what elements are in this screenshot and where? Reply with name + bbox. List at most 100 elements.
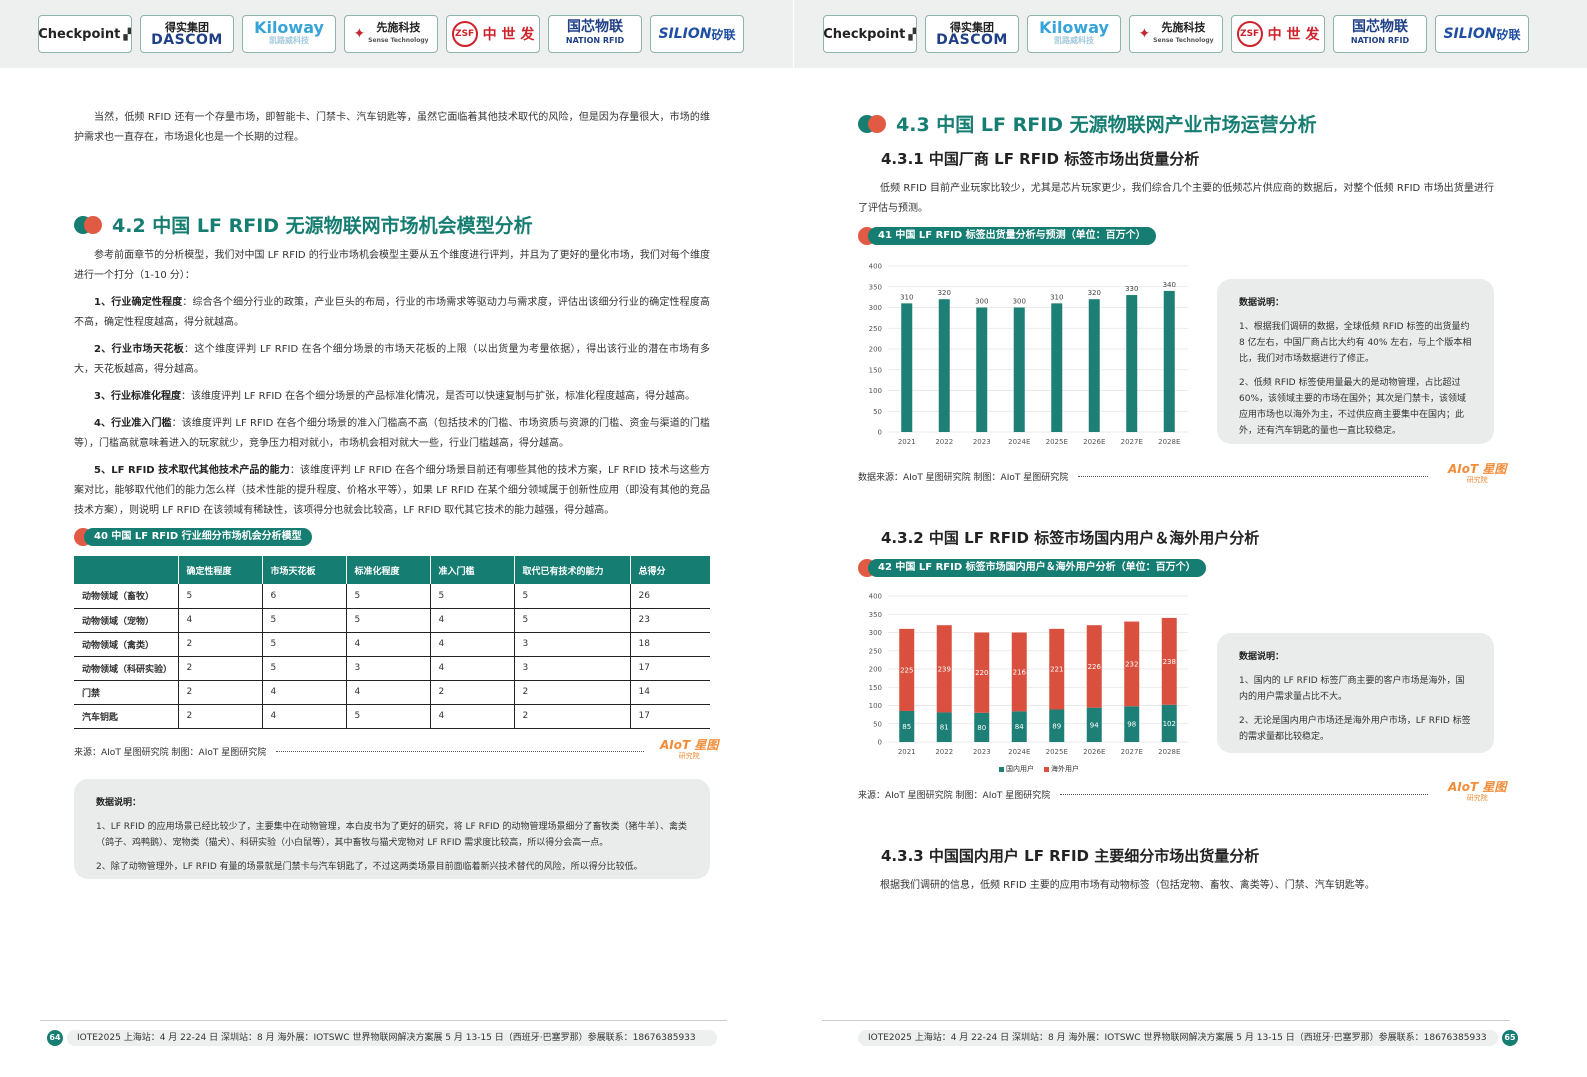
data-label: 238 bbox=[1163, 658, 1176, 666]
table-cell: 17 bbox=[630, 704, 710, 729]
data-label: 340 bbox=[1163, 281, 1176, 289]
table-cell: 4 bbox=[262, 704, 347, 729]
y-tick-label: 100 bbox=[869, 702, 882, 710]
table-cell: 5 bbox=[262, 656, 347, 681]
table-header-cell bbox=[74, 556, 179, 584]
figure-40-label: 40 中国 LF RFID 行业细分市场机会分析模型 bbox=[74, 528, 312, 546]
data-label: 239 bbox=[938, 665, 951, 673]
bar bbox=[1088, 299, 1100, 432]
bar bbox=[1013, 307, 1025, 432]
data-label: 89 bbox=[1052, 722, 1061, 730]
footer-text: IOTE2025 上海站：4 月 22-24 日 深圳站：8 月 海外展：IOT… bbox=[67, 1030, 717, 1046]
data-label: 310 bbox=[900, 293, 913, 301]
y-tick-label: 350 bbox=[869, 611, 882, 619]
x-tick-label: 2024E bbox=[1008, 438, 1030, 446]
chart42-legend: 国内用户 海外用户 bbox=[999, 764, 1079, 774]
figure-41-label: 41 中国 LF RFID 标签出货量分析与预测（单位：百万个） bbox=[858, 227, 1156, 245]
table-cell: 2 bbox=[178, 680, 263, 705]
logo-kiloway: Kiloway 凯路威科技 bbox=[1027, 15, 1121, 53]
data-label: 232 bbox=[1125, 660, 1138, 668]
figure-42-label: 42 中国 LF RFID 标签市场国内用户＆海外用户分析（单位：百万个） bbox=[858, 559, 1206, 577]
subheading-4-3-2: 4.3.2 中国 LF RFID 标签市场国内用户＆海外用户分析 bbox=[881, 529, 1260, 547]
aiot-logo: AIoT 星图 研究院 bbox=[1448, 780, 1507, 802]
table-header-cell: 确定性程度 bbox=[178, 556, 263, 584]
y-tick-label: 250 bbox=[869, 325, 882, 333]
table-cell: 5 bbox=[346, 704, 431, 729]
bar bbox=[1051, 303, 1063, 432]
logo-nation-rfid: 国芯物联 NATION RFID bbox=[1333, 15, 1427, 53]
table-header-cell: 标准化程度 bbox=[346, 556, 431, 584]
x-tick-label: 2023 bbox=[973, 438, 991, 446]
x-tick-label: 2022 bbox=[935, 748, 953, 756]
aiot-logo: AIoT 星图 研究院 bbox=[1448, 462, 1507, 484]
table-row: 动物领域（科研实验） 2 5 3 4 3 17 bbox=[74, 656, 710, 681]
table-cell: 2 bbox=[514, 704, 631, 729]
y-tick-label: 200 bbox=[869, 666, 882, 674]
heading-dots-icon bbox=[74, 214, 106, 236]
table-cell: 4 bbox=[430, 632, 515, 657]
footer-rule bbox=[40, 1020, 727, 1021]
table-row-label: 动物领域（禽类） bbox=[74, 632, 179, 657]
table-row-label: 汽车钥匙 bbox=[74, 704, 179, 729]
dimension-1: 1、行业确定性程度：综合各个细分行业的政策，产业巨头的布局，行业的市场需求等驱动… bbox=[74, 297, 710, 328]
y-tick-label: 350 bbox=[869, 283, 882, 291]
table-cell: 5 bbox=[430, 584, 515, 609]
model-intro-paragraph: 参考前面章节的分析模型，我们对中国 LF RFID 的行业市场机会模型主要从五个… bbox=[74, 250, 710, 281]
subheading-4-3-3: 4.3.3 中国国内用户 LF RFID 主要细分市场出货量分析 bbox=[881, 847, 1260, 865]
x-tick-label: 2024E bbox=[1008, 748, 1030, 756]
y-tick-label: 0 bbox=[878, 739, 882, 747]
table-header-cell: 准入门槛 bbox=[430, 556, 515, 584]
shipment-bar-chart: 0 50 100 150 200 250 300 350 400 310 2021 320 2022 30… bbox=[858, 258, 1198, 450]
x-tick-label: 2022 bbox=[935, 438, 953, 446]
table-cell: 5 bbox=[514, 584, 631, 609]
table-row: 动物领域（畜牧） 5 6 5 5 5 26 bbox=[74, 584, 710, 609]
logo-kiloway: Kiloway 凯路威科技 bbox=[242, 15, 336, 53]
chart41-source: 数据来源：AIoT 星图研究院 制图：AIoT 星图研究院 bbox=[858, 470, 1438, 483]
table-cell: 4 bbox=[178, 608, 263, 633]
table-cell: 14 bbox=[630, 680, 710, 705]
data-label: 98 bbox=[1127, 721, 1136, 729]
data-label: 85 bbox=[902, 723, 911, 731]
data-label: 320 bbox=[938, 289, 951, 297]
opportunity-model-table: 确定性程度 市场天花板 标准化程度 准入门槛 取代已有技术的能力 总得分 动物领… bbox=[74, 556, 710, 729]
page-number: 65 bbox=[1502, 1030, 1518, 1046]
data-label: 320 bbox=[1088, 289, 1101, 297]
table-header-cell: 总得分 bbox=[630, 556, 710, 584]
table-source: 来源：AIoT 星图研究院 制图：AIoT 星图研究院 bbox=[74, 745, 654, 758]
data-label: 81 bbox=[940, 724, 949, 732]
heading-dots-icon bbox=[858, 113, 890, 135]
data-label: 300 bbox=[1013, 298, 1026, 306]
dimension-2: 2、行业市场天花板：这个维度评判 LF RFID 在各个细分场景的市场天花板的上… bbox=[74, 344, 710, 375]
intro-paragraph: 当然，低频 RFID 还有一个存量市场，即智能卡、门禁卡、汽车钥匙等，虽然它面临… bbox=[74, 112, 710, 143]
table-cell: 26 bbox=[630, 584, 710, 609]
section-heading-4-3: 4.3 中国 LF RFID 无源物联网产业市场运营分析 bbox=[858, 110, 1317, 137]
data-label: 310 bbox=[1050, 293, 1063, 301]
chart42-data-note: 数据说明： 1、国内的 LF RFID 标签厂商主要的客户市场是海外，国内的用户… bbox=[1217, 633, 1494, 753]
table-cell: 2 bbox=[430, 680, 515, 705]
x-tick-label: 2026E bbox=[1083, 748, 1105, 756]
table-cell: 4 bbox=[430, 608, 515, 633]
page-left: Checkpoint ▞ 得实集团 DASCOM Kiloway 凯路威科技 ✦ 先施科… bbox=[0, 0, 793, 1077]
table-cell: 2 bbox=[178, 632, 263, 657]
table-row-label: 动物领域（畜牧） bbox=[74, 584, 179, 609]
y-tick-label: 150 bbox=[869, 684, 882, 692]
dimension-5: 5、LF RFID 技术取代其他技术产品的能力：该维度评判 LF RFID 在各… bbox=[74, 465, 710, 516]
x-tick-label: 2028E bbox=[1158, 748, 1180, 756]
x-tick-label: 2027E bbox=[1121, 748, 1143, 756]
page-right: Checkpoint ▞ 得实集团 DASCOM Kiloway 凯路威科技 ✦ 先施科… bbox=[794, 0, 1587, 1077]
table-row: 动物领域（宠物） 4 5 5 4 5 23 bbox=[74, 608, 710, 633]
table-cell: 5 bbox=[178, 584, 263, 609]
data-label: 94 bbox=[1090, 721, 1099, 729]
y-tick-label: 50 bbox=[873, 408, 882, 416]
table-cell: 5 bbox=[346, 608, 431, 633]
logo-sense: ✦ 先施科技 Sense Technology bbox=[344, 15, 438, 53]
legend-domestic: 国内用户 bbox=[999, 764, 1034, 774]
data-label: 225 bbox=[900, 666, 913, 674]
table-row: 门禁 2 4 4 2 2 14 bbox=[74, 680, 710, 705]
x-tick-label: 2026E bbox=[1083, 438, 1105, 446]
section-heading-4-2: 4.2 中国 LF RFID 无源物联网市场机会模型分析 bbox=[74, 211, 533, 238]
table-cell: 23 bbox=[630, 608, 710, 633]
table-cell: 2 bbox=[178, 704, 263, 729]
logo-checkpoint: Checkpoint ▞ bbox=[38, 15, 132, 53]
table-header-row: 确定性程度 市场天花板 标准化程度 准入门槛 取代已有技术的能力 总得分 bbox=[74, 556, 710, 584]
